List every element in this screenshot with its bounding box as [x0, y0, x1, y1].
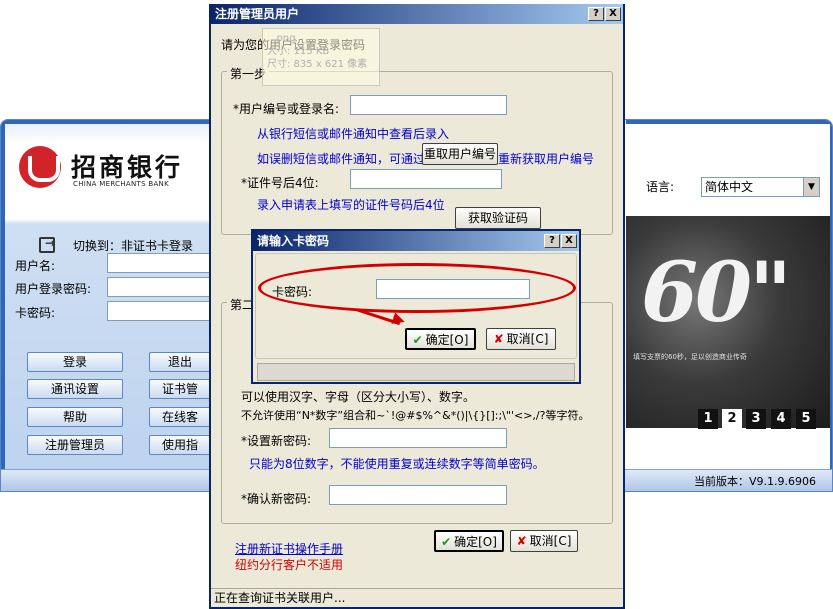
- username-label: 用户名:: [15, 259, 56, 273]
- password-rule-1: 可以使用汉字、字母（区分大小写）、数字。: [241, 390, 476, 404]
- user-no-hint: 从银行短信或邮件通知中查看后录入: [257, 127, 450, 141]
- bank-logo-text: 招商银行: [71, 153, 184, 182]
- cert-no-hint: 录入申请表上填写的证件号码后4位: [257, 198, 445, 212]
- logout-button[interactable]: 退出: [149, 352, 211, 372]
- register-ok-button[interactable]: ✔ 确定[O]: [434, 530, 504, 552]
- cert-no-input[interactable]: [350, 169, 502, 189]
- annotation-ellipse: [258, 263, 576, 313]
- retrieve-hint-pre: 如误删短信或邮件通知，可通过: [257, 152, 426, 166]
- cert-no-label: *证件号后4位:: [241, 176, 319, 190]
- register-window-title: 注册管理员用户: [215, 7, 300, 21]
- password-rule-2: 不允许使用“N*数字”组合和~`!@#$%^&*()|\{}[]:;\"'<>,…: [241, 409, 590, 422]
- comm-settings-button[interactable]: 通讯设置: [27, 379, 123, 399]
- user-no-label: *用户编号或登录名:: [233, 102, 340, 116]
- register-title-bar[interactable]: 注册管理员用户: [211, 4, 623, 24]
- new-password-hint: 只能为8位数字，不能使用重复或连续数字等简单密码。: [249, 457, 545, 471]
- cross-icon: ✘: [516, 534, 527, 548]
- retrieve-hint-post: 重新获取用户编号: [498, 152, 595, 166]
- user-no-input[interactable]: [350, 95, 507, 115]
- login-password-label: 用户登录密码:: [15, 282, 92, 296]
- register-admin-button[interactable]: 注册管理员: [27, 435, 123, 455]
- check-icon: ✔: [441, 535, 452, 549]
- version-text: 当前版本：V9.1.9.6906: [694, 475, 817, 488]
- tooltip-line-2: 大小: 115 KB: [267, 46, 330, 57]
- card-dialog-close-icon[interactable]: X: [561, 234, 577, 248]
- tooltip-line-3: 尺寸: 835 x 621 像素: [267, 59, 368, 70]
- new-password-input[interactable]: [329, 428, 507, 448]
- get-code-button[interactable]: 获取验证码: [455, 207, 541, 229]
- card-password-label: 卡密码:: [15, 306, 56, 320]
- card-dialog-title: 请输入卡密码: [257, 234, 330, 248]
- card-ok-label: 确定[O]: [425, 333, 469, 347]
- language-label: 语言:: [646, 180, 675, 194]
- login-button[interactable]: 登录: [27, 352, 123, 372]
- cross-icon: ✘: [493, 332, 504, 346]
- language-value: 简体中文: [705, 180, 754, 194]
- switch-icon[interactable]: [39, 236, 55, 253]
- language-select[interactable]: 简体中文 ▼: [701, 177, 820, 197]
- card-cancel-button[interactable]: ✘ 取消[C]: [486, 328, 556, 350]
- card-ok-button[interactable]: ✔ 确定[O]: [405, 328, 476, 350]
- banner-subtitle: 填写支票的60秒，足以创造商业传奇: [633, 353, 747, 361]
- register-ok-label: 确定[O]: [454, 535, 497, 549]
- online-service-button[interactable]: 在线客: [149, 407, 211, 427]
- register-cancel-button[interactable]: ✘ 取消[C]: [510, 530, 578, 552]
- help-icon[interactable]: ?: [588, 7, 604, 21]
- card-cancel-label: 取消[C]: [506, 332, 549, 346]
- login-password-input[interactable]: [107, 277, 211, 297]
- user-guide-button[interactable]: 使用指: [149, 435, 211, 455]
- file-info-tooltip: ...png 大小: 115 KB 尺寸: 835 x 621 像素: [262, 28, 380, 86]
- banner-number: 60": [641, 245, 792, 341]
- card-dialog-status-bar: [257, 363, 575, 381]
- register-status-bar: 正在查询证书关联用户...: [211, 588, 623, 607]
- new-password-label: *设置新密码:: [241, 434, 312, 448]
- card-dialog-help-icon[interactable]: ?: [544, 234, 560, 248]
- cert-manual-link[interactable]: 注册新证书操作手册: [235, 540, 343, 557]
- card-password-input[interactable]: [107, 301, 211, 321]
- ny-branch-note: 纽约分行客户不适用: [235, 558, 344, 572]
- tooltip-line-1: ...png: [267, 33, 296, 44]
- banner-page-2[interactable]: 2: [722, 409, 742, 429]
- register-cancel-label: 取消[C]: [529, 534, 572, 548]
- cert-manage-button[interactable]: 证书管: [149, 379, 211, 399]
- retrieve-user-no-button[interactable]: 重取用户编号: [422, 143, 498, 165]
- banner-page-5[interactable]: 5: [796, 409, 816, 429]
- confirm-password-label: *确认新密码:: [241, 492, 312, 506]
- switch-login-mode-link[interactable]: 切换到：非证书卡登录: [73, 237, 193, 254]
- close-icon[interactable]: X: [605, 7, 621, 21]
- cmb-logo-icon: [19, 146, 61, 188]
- confirm-password-input[interactable]: [329, 485, 507, 505]
- banner-page-4[interactable]: 4: [771, 409, 791, 429]
- card-dialog-title-bar[interactable]: 请输入卡密码: [253, 231, 579, 251]
- help-button[interactable]: 帮助: [27, 407, 123, 427]
- chevron-down-icon[interactable]: ▼: [803, 178, 819, 196]
- bank-logo-english: CHINA MERCHANTS BANK: [73, 180, 169, 188]
- banner-page-1[interactable]: 1: [698, 409, 718, 429]
- check-icon: ✔: [412, 333, 423, 347]
- username-input[interactable]: [107, 253, 211, 273]
- banner-page-3[interactable]: 3: [746, 409, 766, 429]
